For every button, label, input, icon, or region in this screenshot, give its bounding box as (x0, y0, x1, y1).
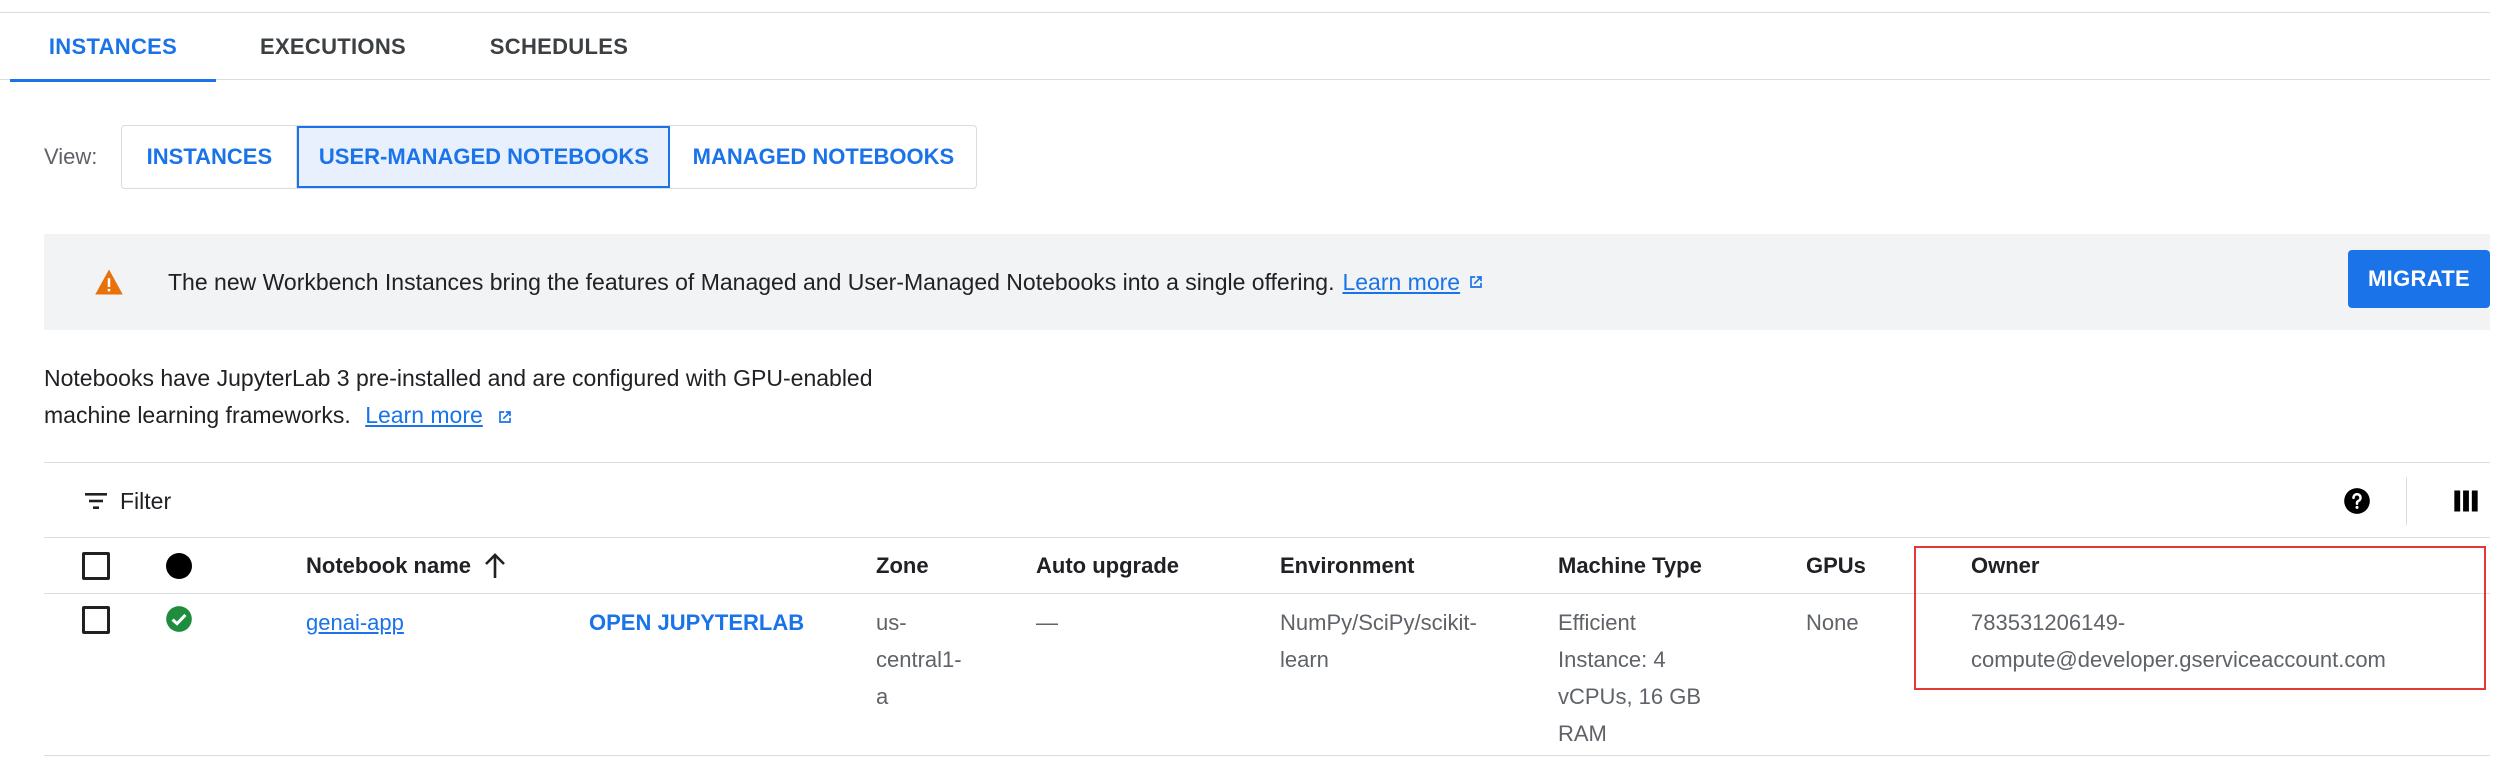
banner-message: The new Workbench Instances bring the fe… (168, 234, 1486, 330)
migrate-button[interactable]: MIGRATE (2348, 250, 2490, 308)
zone-line: a (876, 684, 889, 709)
machine-type-line: vCPUs, 16 GB (1558, 684, 1702, 709)
banner-text: The new Workbench Instances bring the fe… (168, 268, 1335, 295)
column-display-icon[interactable] (2452, 487, 2480, 515)
machine-type-line: Instance: 4 (1558, 647, 1666, 672)
view-segmented-control: INSTANCES USER-MANAGED NOTEBOOKS MANAGED… (121, 125, 978, 189)
select-all-checkbox[interactable] (82, 552, 110, 580)
status-running-icon (166, 606, 192, 632)
machine-type-cell: Efficient Instance: 4 vCPUs, 16 GB RAM (1558, 604, 1701, 752)
environment-cell: NumPy/SciPy/scikit- learn (1280, 604, 1477, 678)
machine-type-line: RAM (1558, 721, 1607, 746)
owner-highlight-box (1914, 546, 2486, 690)
table-toolbar: Filter (44, 462, 2490, 538)
banner-learn-more-link[interactable]: Learn more (1342, 269, 1460, 296)
open-jupyterlab-label[interactable]: OPEN JUPYTERLAB (589, 610, 804, 635)
sort-ascending-icon (485, 553, 505, 578)
notebooks-description: Notebooks have JupyterLab 3 pre-installe… (44, 360, 1044, 434)
view-managed-notebooks-button[interactable]: MANAGED NOTEBOOKS (670, 126, 976, 188)
machine-type-line: Efficient (1558, 610, 1636, 635)
status-column-icon (166, 553, 192, 579)
help-icon[interactable] (2343, 487, 2371, 515)
view-label: View: (44, 144, 98, 169)
external-link-icon (1470, 276, 1482, 288)
auto-upgrade-cell: — (1036, 610, 1058, 635)
row-checkbox[interactable] (82, 606, 110, 634)
zone-line: central1- (876, 647, 962, 672)
tab-instances[interactable]: INSTANCES (10, 13, 216, 82)
header-notebook-name[interactable]: Notebook name (306, 538, 507, 594)
header-notebook-name-label: Notebook name (306, 553, 472, 578)
filter-icon (85, 493, 107, 509)
description-learn-more-link[interactable]: Learn more (365, 402, 483, 428)
environment-line: learn (1280, 647, 1329, 672)
open-jupyterlab-link[interactable]: OPEN JUPYTERLAB (589, 604, 804, 641)
header-machine-type[interactable]: Machine Type (1558, 538, 1702, 594)
view-selector: View: INSTANCES USER-MANAGED NOTEBOOKS M… (44, 124, 978, 190)
header-zone[interactable]: Zone (876, 538, 929, 594)
description-line-1: Notebooks have JupyterLab 3 pre-installe… (44, 365, 873, 391)
toolbar-divider (2406, 477, 2407, 525)
zone-line: us- (876, 610, 907, 635)
description-line-2: machine learning frameworks. Learn more (44, 397, 1044, 434)
gpus-cell: None (1806, 610, 1859, 635)
filter-label: Filter (120, 487, 172, 514)
header-auto-upgrade[interactable]: Auto upgrade (1036, 538, 1179, 594)
header-gpus[interactable]: GPUs (1806, 538, 1866, 594)
view-user-managed-notebooks-button[interactable]: USER-MANAGED NOTEBOOKS (297, 126, 671, 188)
tab-executions[interactable]: EXECUTIONS (240, 13, 426, 81)
tab-schedules[interactable]: SCHEDULES (466, 13, 652, 81)
filter-button[interactable]: Filter (84, 463, 171, 539)
tab-bar: INSTANCES EXECUTIONS SCHEDULES (0, 12, 2490, 82)
migration-banner: The new Workbench Instances bring the fe… (44, 234, 2490, 330)
notebook-name[interactable]: genai-app (306, 610, 404, 635)
header-environment[interactable]: Environment (1280, 538, 1414, 594)
environment-line: NumPy/SciPy/scikit- (1280, 610, 1477, 635)
warning-icon (95, 269, 123, 295)
zone-cell: us- central1- a (876, 604, 962, 715)
external-link-icon (499, 411, 512, 423)
notebook-name-link[interactable]: genai-app (306, 604, 404, 641)
view-instances-button[interactable]: INSTANCES (122, 126, 298, 188)
description-text: machine learning frameworks. (44, 402, 351, 428)
